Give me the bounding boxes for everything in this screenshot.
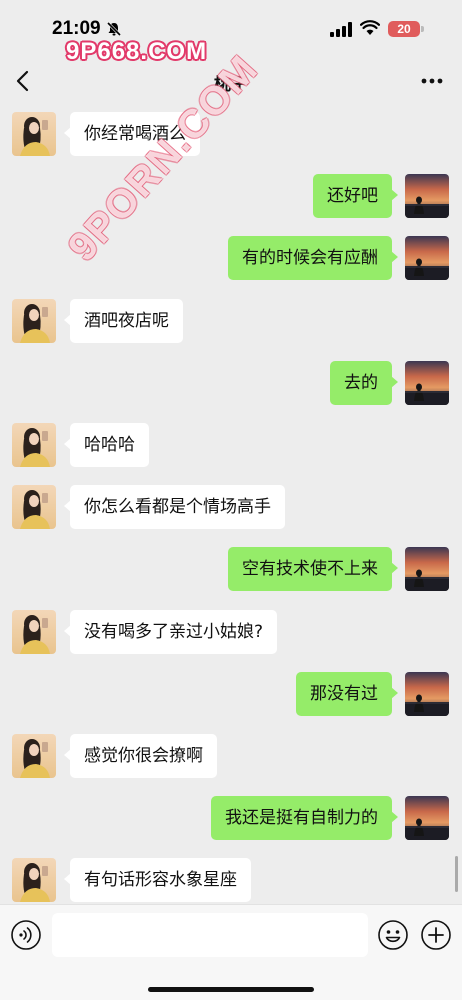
voice-icon[interactable] bbox=[10, 919, 42, 951]
message-row: 哈哈哈 bbox=[0, 423, 462, 469]
incoming-message-bubble[interactable]: 酒吧夜店呢 bbox=[64, 298, 183, 343]
contact-avatar[interactable] bbox=[12, 485, 56, 530]
status-bar: 21:09 9P668.COM 20 bbox=[0, 0, 462, 65]
incoming-message-bubble[interactable]: 没有喝多了亲过小姑娘? bbox=[63, 609, 278, 654]
message-input[interactable] bbox=[52, 913, 368, 957]
my-avatar[interactable] bbox=[405, 236, 449, 281]
emoji-icon[interactable] bbox=[377, 919, 409, 951]
battery-nub bbox=[421, 26, 424, 32]
chat-list[interactable]: 你经常喝酒么还好吧有的时候会有应酬 酒吧夜店呢去的哈哈哈你怎么看都是个情场高手空有… bbox=[0, 104, 462, 904]
incoming-message-bubble[interactable]: 你怎么看都是个情场高手 bbox=[64, 485, 285, 530]
wifi-icon bbox=[360, 20, 380, 35]
incoming-message-bubble[interactable]: 感觉你很会撩啊 bbox=[64, 734, 217, 778]
contact-avatar[interactable] bbox=[12, 609, 56, 654]
more-dots-icon[interactable] bbox=[418, 70, 446, 92]
input-bar bbox=[0, 904, 462, 1000]
incoming-message-bubble[interactable]: 有句话形容水象星座 bbox=[64, 858, 251, 903]
my-avatar[interactable] bbox=[405, 360, 449, 405]
contact-avatar[interactable] bbox=[12, 423, 56, 467]
my-avatar[interactable] bbox=[405, 671, 449, 716]
scrollbar[interactable] bbox=[455, 856, 458, 892]
message-row: 没有喝多了亲过小姑娘? bbox=[0, 609, 462, 656]
chat-title: 桃子 bbox=[214, 75, 248, 95]
message-row: 空有技术使不上来 bbox=[0, 547, 462, 593]
message-row: 酒吧夜店呢 bbox=[0, 298, 462, 345]
my-avatar[interactable] bbox=[405, 796, 449, 841]
message-row: 你怎么看都是个情场高手 bbox=[0, 485, 462, 531]
outgoing-message-bubble[interactable]: 我还是挺有自制力的 bbox=[211, 796, 398, 841]
my-avatar[interactable] bbox=[405, 174, 449, 219]
message-row: 你经常喝酒么 bbox=[0, 112, 462, 158]
message-row: 那没有过 bbox=[0, 671, 462, 718]
status-time: 21:09 bbox=[52, 18, 101, 39]
bell-off-icon bbox=[106, 21, 122, 37]
message-row: 感觉你很会撩啊 bbox=[0, 734, 462, 780]
message-row: 我还是挺有自制力的 bbox=[0, 796, 462, 842]
contact-avatar[interactable] bbox=[12, 858, 56, 903]
contact-avatar[interactable] bbox=[12, 734, 56, 778]
message-row: 还好吧 bbox=[0, 174, 462, 220]
nav-bar: 桃子 bbox=[0, 58, 462, 104]
incoming-message-bubble[interactable]: 哈哈哈 bbox=[64, 423, 149, 467]
home-indicator[interactable] bbox=[148, 987, 314, 992]
my-avatar[interactable] bbox=[405, 547, 449, 592]
contact-avatar[interactable] bbox=[12, 112, 56, 156]
message-row: 去的 bbox=[0, 360, 462, 407]
outgoing-message-bubble[interactable]: 还好吧 bbox=[313, 174, 398, 219]
message-row: 有句话形容水象星座 bbox=[0, 858, 462, 904]
contact-avatar[interactable] bbox=[12, 298, 56, 343]
incoming-message-bubble[interactable]: 你经常喝酒么 bbox=[64, 112, 200, 156]
outgoing-message-bubble[interactable]: 有的时候会有应酬 bbox=[228, 236, 398, 281]
outgoing-message-bubble[interactable]: 那没有过 bbox=[296, 671, 398, 716]
plus-icon[interactable] bbox=[420, 919, 452, 951]
outgoing-message-bubble[interactable]: 空有技术使不上来 bbox=[228, 547, 398, 592]
battery-icon: 20 bbox=[388, 21, 420, 37]
signal-icon bbox=[330, 22, 352, 37]
message-row: 有的时候会有应酬 bbox=[0, 236, 462, 282]
outgoing-message-bubble[interactable]: 去的 bbox=[330, 360, 398, 405]
